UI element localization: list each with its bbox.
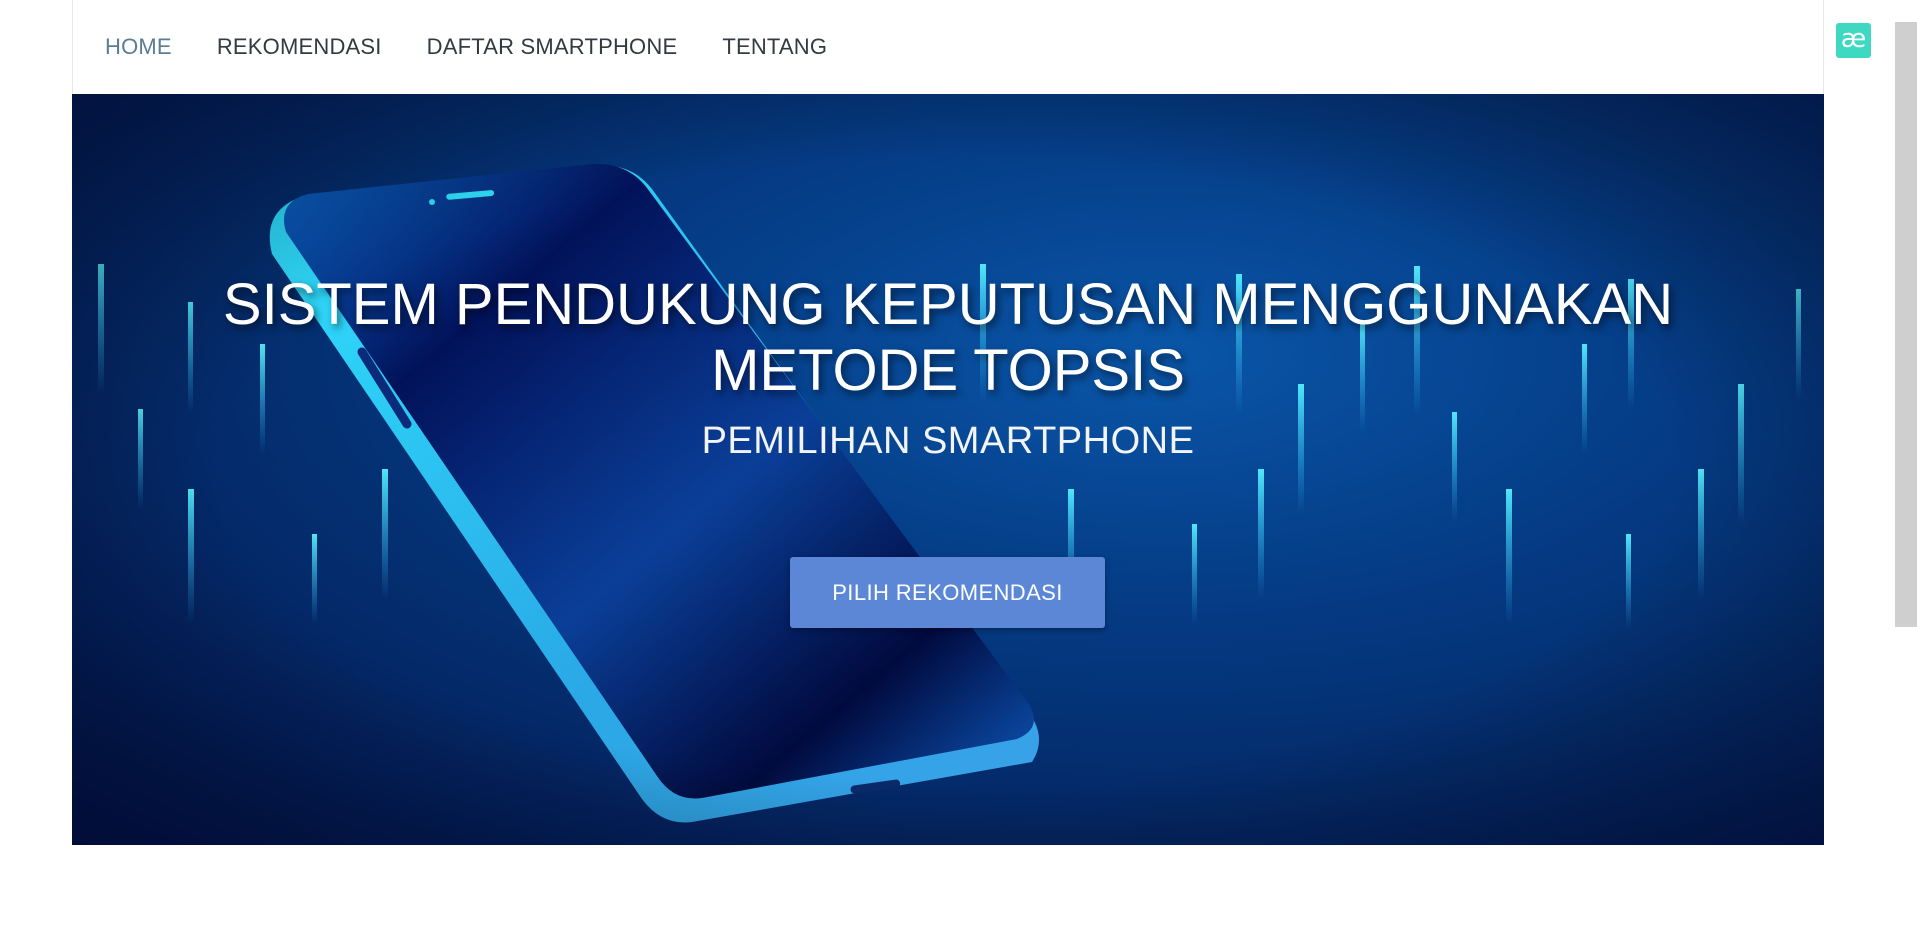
- scrollbar[interactable]: [1895, 22, 1917, 627]
- top-navbar: HOME REKOMENDASI DAFTAR SMARTPHONE TENTA…: [72, 0, 1824, 94]
- nav-tentang[interactable]: TENTANG: [722, 34, 827, 60]
- hero-subtitle: PEMILIHAN SMARTPHONE: [701, 420, 1195, 462]
- ae-ligature-icon[interactable]: æ: [1836, 23, 1871, 58]
- hero-background-illustration: [72, 94, 1824, 845]
- page-frame: HOME REKOMENDASI DAFTAR SMARTPHONE TENTA…: [72, 0, 1824, 845]
- nav-daftar-smartphone[interactable]: DAFTAR SMARTPHONE: [427, 34, 678, 60]
- pilih-rekomendasi-button[interactable]: PILIH REKOMENDASI: [790, 557, 1105, 628]
- nav-rekomendasi[interactable]: REKOMENDASI: [217, 34, 382, 60]
- nav-home[interactable]: HOME: [105, 34, 172, 60]
- hero-title-line1: SISTEM PENDUKUNG KEPUTUSAN MENGGUNAKAN: [222, 272, 1674, 337]
- hero-title: SISTEM PENDUKUNG KEPUTUSAN MENGGUNAKAN M…: [72, 272, 1824, 404]
- hero-title-line2: METODE TOPSIS: [711, 338, 1185, 403]
- hero-banner: SISTEM PENDUKUNG KEPUTUSAN MENGGUNAKAN M…: [72, 94, 1824, 845]
